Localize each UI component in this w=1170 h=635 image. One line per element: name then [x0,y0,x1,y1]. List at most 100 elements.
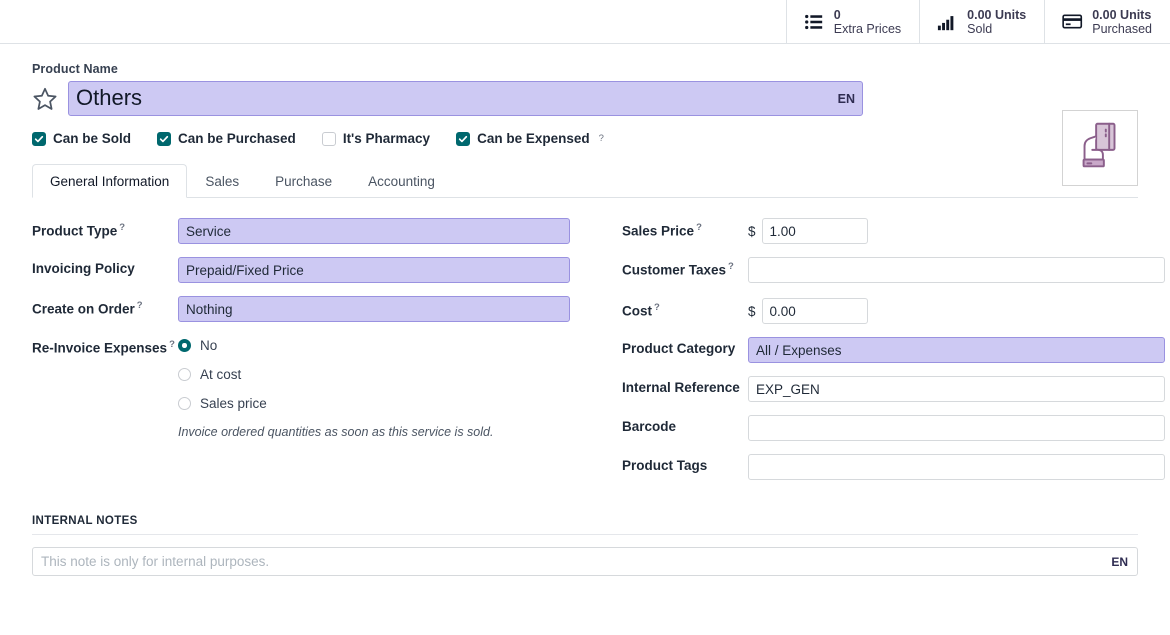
radio-sales-price[interactable]: Sales price [178,396,567,411]
product-name-row: Others EN [32,81,1138,116]
field-internal-reference: Internal Reference EXP_GEN [622,376,1138,403]
form-tabs: General Information Sales Purchase Accou… [32,163,1138,198]
radio-no[interactable]: No [178,338,567,353]
currency-symbol: $ [748,304,756,319]
checkbox-can-be-expensed[interactable]: Can be Expensed ? [456,131,604,146]
stat-label: Sold [967,22,1026,36]
help-icon[interactable]: ? [696,222,702,233]
field-customer-taxes: Customer Taxes? [622,257,1138,284]
stat-value: 0.00 Units [1092,8,1152,22]
stat-button-units-sold[interactable]: 0.00 Units Sold [919,0,1044,43]
checkbox-can-be-purchased[interactable]: Can be Purchased [157,131,296,146]
field-label: Customer Taxes? [622,257,748,278]
help-icon[interactable]: ? [137,300,143,311]
cost-input[interactable]: 0.00 [762,298,868,324]
radio-at-cost[interactable]: At cost [178,367,567,382]
checkbox-label: It's Pharmacy [343,131,430,146]
stat-button-bar: 0 Extra Prices 0.00 Units Sold [0,0,1170,44]
field-label: Create on Order? [32,296,178,317]
help-icon[interactable]: ? [654,302,660,313]
internal-notes-field[interactable]: This note is only for internal purposes.… [32,547,1138,576]
tab-sales[interactable]: Sales [187,164,257,198]
label-text: Customer Taxes [622,263,726,278]
tab-purchase[interactable]: Purchase [257,164,350,198]
label-text: Create on Order [32,302,135,317]
language-badge[interactable]: EN [1111,555,1128,569]
invoicing-policy-select[interactable]: Prepaid/Fixed Price [178,257,570,283]
checkbox-box[interactable] [456,132,470,146]
checkbox-can-be-sold[interactable]: Can be Sold [32,131,131,146]
product-category-select[interactable]: All / Expenses [748,337,1165,363]
field-label: Cost? [622,298,748,319]
checkbox-label: Can be Purchased [178,131,296,146]
credit-card-icon [1061,11,1083,33]
field-product-tags: Product Tags [622,454,1138,481]
radio-button[interactable] [178,339,191,352]
barcode-input[interactable] [748,415,1165,441]
field-barcode: Barcode [622,415,1138,442]
form-column-left: Product Type? Service Invoicing Policy P… [32,218,585,493]
stat-value: 0.00 Units [967,8,1026,22]
product-tags-input[interactable] [748,454,1165,480]
internal-notes-section: INTERNAL NOTES This note is only for int… [0,515,1170,576]
currency-symbol: $ [748,224,756,239]
field-re-invoice-expenses: Re-Invoice Expenses? No At cost Sales pr… [32,335,567,439]
help-icon[interactable]: ? [599,133,604,144]
stat-label: Extra Prices [834,22,901,36]
help-icon[interactable]: ? [169,339,175,350]
checkbox-label: Can be Expensed [477,131,590,146]
tab-accounting[interactable]: Accounting [350,164,453,198]
product-flags-row: Can be Sold Can be Purchased It's Pharma… [32,131,1138,146]
product-name-input[interactable]: Others [68,81,863,116]
radio-label: Sales price [200,396,267,411]
sales-price-input[interactable]: 1.00 [762,218,868,244]
product-type-select[interactable]: Service [178,218,570,244]
star-icon[interactable] [32,86,58,112]
field-label: Product Type? [32,218,178,239]
field-product-category: Product Category All / Expenses [622,337,1138,364]
field-product-type: Product Type? Service [32,218,567,245]
bar-chart-icon [936,11,958,33]
invoicing-helper-text: Invoice ordered quantities as soon as th… [178,425,567,439]
product-form-sheet: Product Name Others EN Can be Sold Can b… [0,44,1170,493]
field-label: Re-Invoice Expenses? [32,335,178,356]
customer-taxes-input[interactable] [748,257,1165,283]
internal-reference-input[interactable]: EXP_GEN [748,376,1165,402]
field-label: Product Tags [622,454,748,473]
create-on-order-select[interactable]: Nothing [178,296,570,322]
help-icon[interactable]: ? [728,261,734,272]
field-create-on-order: Create on Order? Nothing [32,296,567,323]
radio-button[interactable] [178,397,191,410]
help-icon[interactable]: ? [119,222,125,233]
field-label: Sales Price? [622,218,748,239]
re-invoice-radio-group: No At cost Sales price Invoice ordered q… [178,335,567,439]
field-label: Barcode [622,415,748,434]
field-label: Invoicing Policy [32,257,178,276]
field-invoicing-policy: Invoicing Policy Prepaid/Fixed Price [32,257,567,284]
checkbox-its-pharmacy[interactable]: It's Pharmacy [322,131,430,146]
radio-label: At cost [200,367,241,382]
field-label: Internal Reference [622,376,748,395]
label-text: Sales Price [622,224,694,239]
checkbox-box[interactable] [157,132,171,146]
field-cost: Cost? $ 0.00 [622,298,1138,325]
checkbox-box[interactable] [32,132,46,146]
label-text: Cost [622,304,652,319]
stat-button-extra-prices[interactable]: 0 Extra Prices [786,0,919,43]
product-name-label: Product Name [32,44,1138,76]
tab-general-information[interactable]: General Information [32,164,187,198]
radio-button[interactable] [178,368,191,381]
stat-button-units-purchased[interactable]: 0.00 Units Purchased [1044,0,1170,43]
language-badge[interactable]: EN [838,92,855,106]
general-information-panel: Product Type? Service Invoicing Policy P… [32,198,1138,493]
list-icon [803,11,825,33]
field-sales-price: Sales Price? $ 1.00 [622,218,1138,245]
checkbox-label: Can be Sold [53,131,131,146]
stat-label: Purchased [1092,22,1152,36]
label-text: Product Type [32,224,117,239]
checkbox-box[interactable] [322,132,336,146]
internal-notes-placeholder: This note is only for internal purposes. [41,554,269,569]
internal-notes-title: INTERNAL NOTES [32,515,1138,535]
radio-label: No [200,338,217,353]
form-column-right: Sales Price? $ 1.00 Customer Taxes? Cost… [585,218,1138,493]
